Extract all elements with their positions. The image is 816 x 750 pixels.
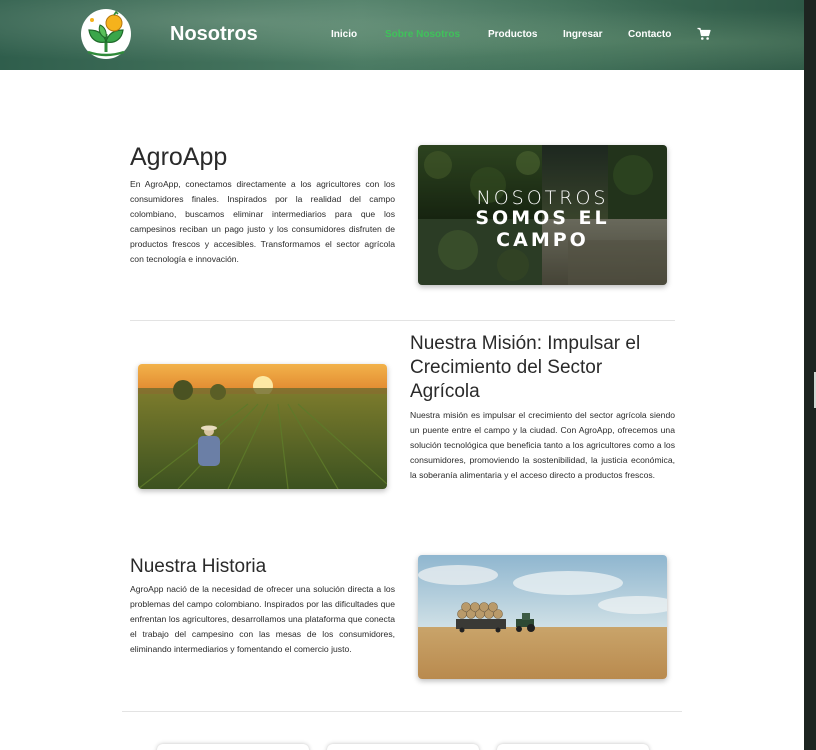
image-caption-line-3: CAMPO: [496, 229, 589, 251]
divider-bottom: [122, 711, 682, 712]
page: Nosotros Inicio Sobre Nosotros Productos…: [0, 0, 804, 750]
card: [497, 744, 649, 750]
intro-text: En AgroApp, conectamos directamente a lo…: [130, 179, 395, 264]
scrollbar[interactable]: [804, 0, 816, 750]
agroapp-logo[interactable]: [80, 8, 132, 60]
field-farmer-image: [138, 364, 387, 489]
nav-ingresar[interactable]: Ingresar: [563, 29, 602, 40]
nav-inicio[interactable]: Inicio: [331, 29, 357, 40]
nav-productos[interactable]: Productos: [488, 29, 537, 40]
image-caption-line-2: SOMOS EL: [475, 207, 610, 229]
tractor-field-image: [418, 555, 667, 679]
divider: [130, 320, 675, 321]
nav-sobre-nosotros[interactable]: Sobre Nosotros: [385, 29, 460, 40]
page-title: Nosotros: [170, 23, 258, 45]
shopping-cart-icon[interactable]: [697, 27, 711, 41]
history-title: Nuestra Historia: [130, 556, 267, 577]
mission-text: Nuestra misión es impulsar el crecimient…: [410, 410, 675, 480]
history-text: AgroApp nació de la necesidad de ofrecer…: [130, 584, 395, 654]
nav-contacto[interactable]: Contacto: [628, 29, 671, 40]
image-caption-line-1: NOSOTROS: [476, 187, 609, 209]
nosotros-campo-image: NOSOTROS SOMOS EL CAMPO: [418, 145, 667, 285]
card: [157, 744, 309, 750]
header: Nosotros Inicio Sobre Nosotros Productos…: [0, 0, 804, 70]
intro-title: AgroApp: [130, 143, 228, 171]
card: [327, 744, 479, 750]
mission-title: Nuestra Misión: Impulsar el Crecimiento …: [410, 333, 641, 402]
